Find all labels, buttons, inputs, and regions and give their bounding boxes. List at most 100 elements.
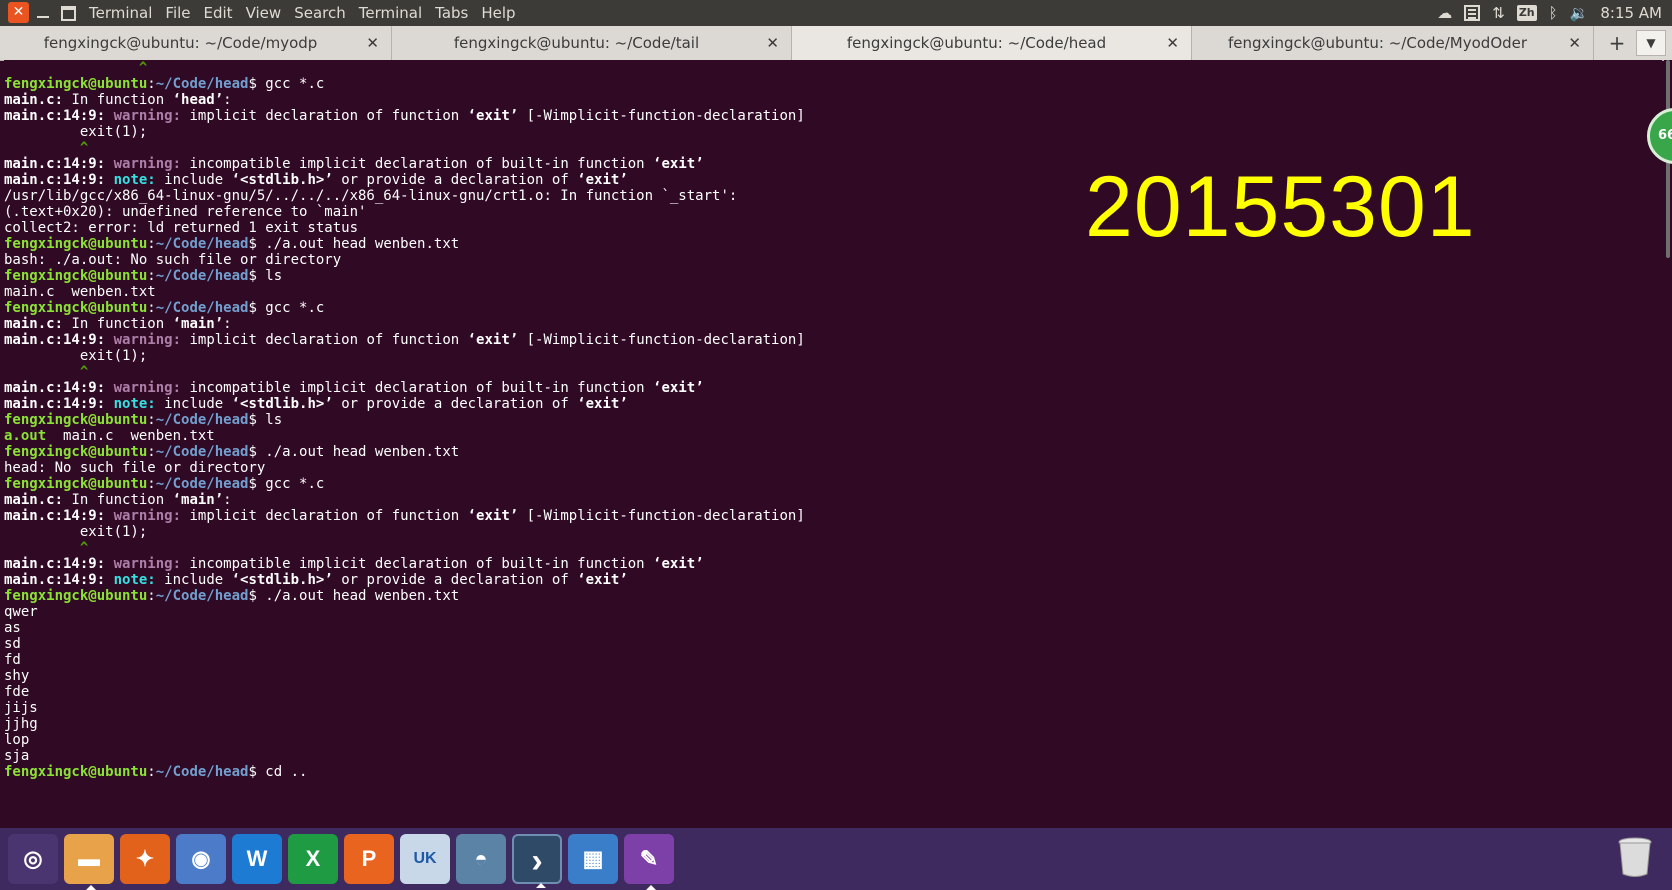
impress-icon[interactable]: P: [344, 834, 394, 884]
top-panel: ✕ Terminal File Edit View Search Termina…: [0, 0, 1672, 26]
line-text: main.c:14:9:: [4, 508, 106, 524]
line-text: main.c:: [4, 316, 64, 332]
terminal-line: main.c:14:9: note: include ‘<stdlib.h>’ …: [4, 396, 628, 413]
terminal-scrollbar[interactable]: [1664, 60, 1672, 828]
line-text: main.c wenben.txt: [4, 284, 156, 300]
close-tab-icon[interactable]: ✕: [366, 26, 379, 60]
prompt-segment: ~/Code/head: [155, 588, 249, 604]
line-text: :: [223, 492, 232, 508]
software-center-icon[interactable]: UK: [400, 834, 450, 884]
terminal-line: main.c:14:9: warning: implicit declarati…: [4, 508, 805, 525]
line-text: include: [155, 572, 232, 588]
line-text: In function: [63, 316, 173, 332]
terminal-line: main.c:14:9: warning: incompatible impli…: [4, 156, 704, 173]
launcher-dock: ◎ ▬ ✦ ◉ W X P UK ◓ › ▦ ✎: [0, 828, 1672, 890]
line-text: note:: [113, 172, 156, 188]
line-text: ‘main’: [172, 492, 224, 508]
line-text: implicit declaration of function: [181, 508, 468, 524]
line-text: collect2: error: ld returned 1 exit stat…: [4, 220, 359, 236]
clock[interactable]: 8:15 AM: [1600, 4, 1662, 22]
tab-head[interactable]: fengxingck@ubuntu: ~/Code/head ✕: [792, 26, 1192, 60]
chromium-icon[interactable]: ◉: [176, 834, 226, 884]
line-text: warning:: [113, 508, 182, 524]
terminal-line: sja: [4, 748, 29, 765]
tab-title: fengxingck@ubuntu: ~/Code/tail: [453, 34, 700, 52]
tab-myododer[interactable]: fengxingck@ubuntu: ~/Code/MyodOder ✕: [1192, 26, 1594, 60]
line-text: :: [223, 92, 232, 108]
keyboard-layout-label: Zh: [1516, 5, 1537, 21]
tab-title: fengxingck@ubuntu: ~/Code/MyodOder: [1227, 34, 1528, 52]
close-tab-icon[interactable]: ✕: [1166, 26, 1179, 60]
terminal-line: main.c:14:9: warning: implicit declarati…: [4, 108, 805, 125]
line-text: note:: [113, 396, 156, 412]
calendar-indicator-icon[interactable]: [1464, 5, 1481, 21]
line-text: :: [147, 268, 156, 284]
menu-file[interactable]: File: [165, 0, 190, 26]
menu-edit[interactable]: Edit: [204, 0, 233, 26]
terminal-line: exit(1);: [4, 348, 147, 365]
terminal-line: lop: [4, 732, 29, 749]
line-text: as: [4, 620, 21, 636]
files-icon[interactable]: ▬: [64, 834, 114, 890]
terminal-line: fengxingck@ubuntu:~/Code/head$ ls: [4, 412, 282, 429]
prompt-segment: fengxingck@ubuntu: [4, 444, 148, 460]
amazon-icon[interactable]: ◓: [456, 834, 506, 884]
terminal-icon[interactable]: ›: [512, 834, 562, 888]
menu-search[interactable]: Search: [294, 0, 346, 26]
line-text: :: [223, 316, 232, 332]
line-text: [105, 108, 113, 124]
tab-tail[interactable]: fengxingck@ubuntu: ~/Code/tail ✕: [392, 26, 792, 60]
line-text: lop: [4, 732, 30, 748]
weather-indicator-icon[interactable]: ☁: [1437, 4, 1452, 22]
line-text: :: [147, 76, 156, 92]
close-tab-icon[interactable]: ✕: [766, 26, 779, 60]
writer-icon[interactable]: W: [232, 834, 282, 884]
line-text: $ ls: [248, 412, 283, 428]
terminal-line: qwer: [4, 604, 38, 621]
line-text: or provide a declaration of: [332, 396, 578, 412]
volume-indicator-icon[interactable]: 🔉: [1570, 4, 1589, 22]
line-text: ^: [4, 540, 89, 556]
line-text: main.c:14:9:: [4, 396, 106, 412]
line-text: exit(1);: [4, 348, 148, 364]
prompt-segment: fengxingck@ubuntu: [4, 412, 148, 428]
line-text: exit(1);: [4, 124, 148, 140]
menu-tabs[interactable]: Tabs: [435, 0, 468, 26]
menu-terminal[interactable]: Terminal: [359, 0, 422, 26]
close-window-icon[interactable]: ✕: [8, 2, 29, 23]
tab-list-dropdown-icon[interactable]: ▼: [1636, 30, 1666, 56]
terminal-line: fengxingck@ubuntu:~/Code/head$ ./a.out h…: [4, 588, 459, 605]
menu-view[interactable]: View: [246, 0, 282, 26]
terminal-line: ^: [4, 364, 88, 381]
line-text: ^: [4, 140, 89, 156]
network-indicator-icon[interactable]: ⇅: [1492, 4, 1505, 22]
calc-icon[interactable]: X: [288, 834, 338, 884]
prompt-segment: ~/Code/head: [155, 300, 249, 316]
keyboard-indicator[interactable]: Zh: [1516, 5, 1537, 21]
firefox-icon[interactable]: ✦: [120, 834, 170, 884]
terminal-line: fengxingck@ubuntu:~/Code/head$ ./a.out h…: [4, 236, 459, 253]
terminal-line: fengxingck@ubuntu:~/Code/head$ gcc *.c: [4, 300, 324, 317]
line-text: (.text+0x20): undefined reference to `ma…: [4, 204, 367, 220]
line-text: $ gcc *.c: [248, 300, 325, 316]
tab-bar: fengxingck@ubuntu: ~/Code/myodp ✕ fengxi…: [0, 26, 1672, 61]
line-text: [105, 508, 113, 524]
trash-icon[interactable]: [1617, 836, 1653, 878]
line-text: sd: [4, 636, 21, 652]
maximize-window-icon[interactable]: [58, 2, 79, 23]
tab-myodp[interactable]: fengxingck@ubuntu: ~/Code/myodp ✕: [0, 26, 392, 60]
close-tab-icon[interactable]: ✕: [1568, 26, 1581, 60]
line-text: fd: [4, 652, 21, 668]
text-editor-icon[interactable]: ✎: [624, 834, 674, 890]
ubuntu-logo-icon[interactable]: ◎: [8, 834, 58, 884]
new-tab-icon[interactable]: +: [1600, 26, 1634, 60]
minimize-window-icon[interactable]: [33, 2, 54, 23]
terminal-line: fengxingck@ubuntu:~/Code/head$ gcc *.c: [4, 76, 324, 93]
line-text: qwer: [4, 604, 38, 620]
line-text: ‘<stdlib.h>’: [231, 572, 333, 588]
menu-help[interactable]: Help: [481, 0, 515, 26]
workspace-switcher-icon[interactable]: ▦: [568, 834, 618, 884]
line-text: In function: [63, 92, 173, 108]
terminal-line: exit(1);: [4, 524, 147, 541]
bluetooth-indicator-icon[interactable]: ᛒ: [1549, 4, 1558, 22]
